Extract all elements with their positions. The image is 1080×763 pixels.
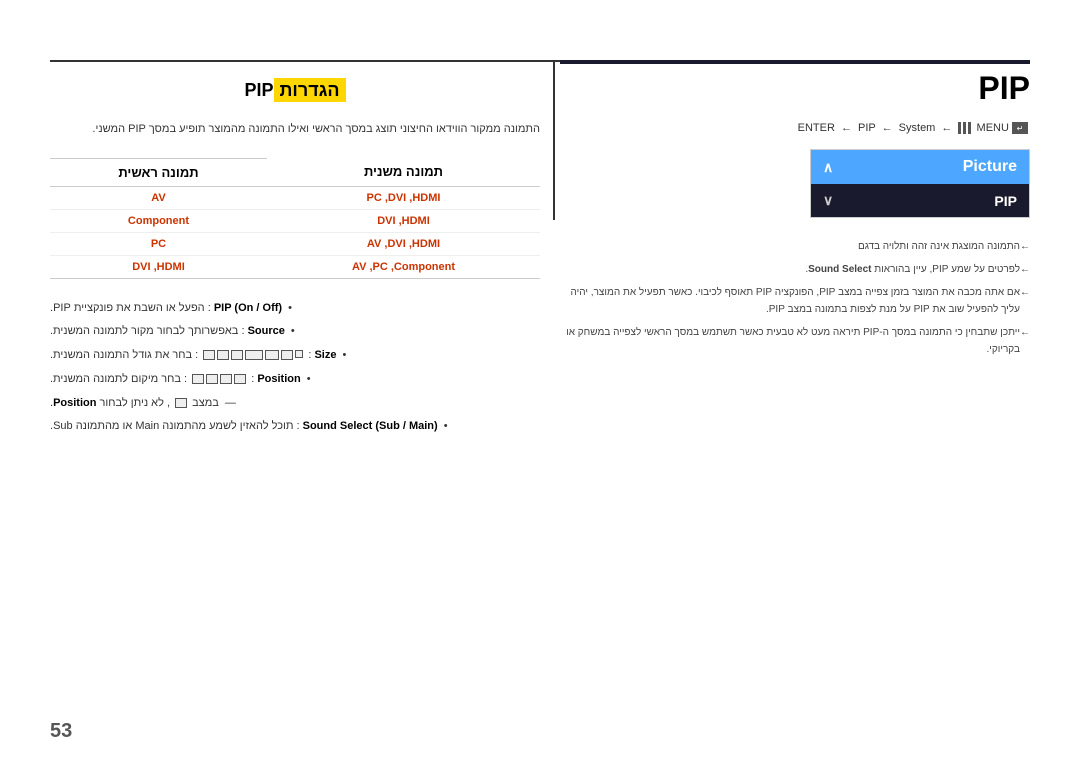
note-text-4: ייתכן שתבחין כי התמונה במסך ה-PIP תיראה … <box>566 327 1020 355</box>
table-row: Component DVI ,HDMI <box>50 209 540 232</box>
list-item: • Source : באפשרותך לבחור מקור לתמונה המ… <box>50 322 540 342</box>
size-icon-medium <box>281 350 293 360</box>
table-cell: AV <box>50 186 267 209</box>
list-item: — במצב , לא ניתן לבחור Position. <box>50 394 540 414</box>
vertical-divider-line <box>553 60 555 220</box>
bullet-text: Position : : בחר מיקום לתמונה המשנית. <box>50 370 301 390</box>
table-row: DVI ,HDMI AV ,PC ,Component <box>50 255 540 278</box>
top-right-accent-line <box>560 60 1030 64</box>
menu-icon <box>958 122 971 134</box>
pos-icon-3 <box>206 374 218 384</box>
bullet-point: • <box>291 322 295 342</box>
menu-bar-3 <box>958 122 961 134</box>
nav-arrow1: ← <box>841 122 852 134</box>
size-icon-small <box>295 350 303 358</box>
bullet-list: • PIP (On / Off) : הפעל או השבת את פונקצ… <box>50 299 540 438</box>
chevron-down-icon: ∨ <box>823 192 833 209</box>
size-icon-6 <box>217 350 229 360</box>
table-cell: PC <box>50 232 267 255</box>
sound-select-ref: Sound Select <box>808 264 871 275</box>
nav-arrow3: ← <box>941 122 952 134</box>
size-icon-5 <box>231 350 243 360</box>
menu-bar-2 <box>963 122 966 134</box>
bullet-text: Source : באפשרותך לבחור מקור לתמונה המשנ… <box>50 322 285 342</box>
mode-icon <box>175 398 187 408</box>
nav-enter: ENTER <box>798 122 835 134</box>
bullet-point: • <box>444 417 448 437</box>
table-col1-header: תמונה ראשית <box>50 158 267 186</box>
bullet-text: PIP (On / Off) : הפעל או השבת את פונקציי… <box>50 299 282 319</box>
list-item: • Position : : בחר מיקום לתמונה המשנית. <box>50 370 540 390</box>
pip-title-hebrew: הגדרות <box>274 78 346 102</box>
mode-icons <box>175 398 187 408</box>
list-item: • (Sub / Main) Sound Select : תוכל להאזי… <box>50 417 540 437</box>
size-icon-7 <box>203 350 215 360</box>
left-panel: PIPהגדרות התמונה ממקור הווידאו החיצוני ת… <box>50 70 540 713</box>
table-cell: DVI ,HDMI <box>267 209 540 232</box>
size-icons <box>203 350 303 360</box>
keyword-pip-onoff: PIP (On / Off) <box>214 302 282 314</box>
table-cell: AV ,DVI ,HDMI <box>267 232 540 255</box>
note-text-1: התמונה המוצגת אינה זהה ותלויה בדגם <box>858 241 1020 252</box>
pip-menu-item[interactable]: ∨ PIP <box>811 184 1029 217</box>
nav-system: System <box>899 122 936 134</box>
menu-bar-1 <box>968 122 971 134</box>
table-cell: DVI ,HDMI <box>50 255 267 278</box>
note-item: התמונה המוצגת אינה זהה ותלויה בדגם <box>560 238 1030 255</box>
right-panel-title: PIP <box>560 70 1030 107</box>
right-panel: PIP ↵ ENTER ← PIP ← System ← MENU ∧ Pict… <box>560 70 1030 713</box>
chevron-up-icon: ∧ <box>823 159 833 176</box>
nav-pip: PIP <box>858 122 876 134</box>
table-row: AV PC ,DVI ,HDMI <box>50 186 540 209</box>
keyword-source: Source <box>248 325 285 337</box>
table-cell: Component <box>50 209 267 232</box>
nav-arrow2: ← <box>882 122 893 134</box>
bullet-text: במצב , לא ניתן לבחור Position. <box>50 394 219 414</box>
nav-menu: MENU <box>977 122 1009 134</box>
pip-description: התמונה ממקור הווידאו החיצוני תוצג במסך ה… <box>50 121 540 138</box>
enter-icon: ↵ <box>1012 122 1028 134</box>
pip-title-pip: PIP <box>244 80 273 100</box>
table-cell: PC ,DVI ,HDMI <box>267 186 540 209</box>
keyword-position: Position <box>257 373 300 385</box>
pip-source-table: תמונה ראשית תמונה משנית AV PC ,DVI ,HDMI… <box>50 158 540 279</box>
table-cell: AV ,PC ,Component <box>267 255 540 278</box>
note-item: ייתכן שתבחין כי התמונה במסך ה-PIP תיראה … <box>560 324 1030 358</box>
right-notes: התמונה המוצגת אינה זהה ותלויה בדגם לפרטי… <box>560 238 1030 358</box>
list-item: • Size : : בחר את גודל התמונה המשנית. <box>50 346 540 366</box>
bullet-text: (Sub / Main) Sound Select : תוכל להאזין … <box>50 417 438 437</box>
picture-menu-header: ∧ Picture <box>811 150 1029 184</box>
table-col2-header: תמונה משנית <box>267 158 540 186</box>
pos-icon-4 <box>192 374 204 384</box>
position-icons <box>192 374 246 384</box>
size-icon-large <box>265 350 279 360</box>
bullet-point: — <box>225 394 236 414</box>
keyword-position2: Position <box>53 397 96 409</box>
bullet-point: • <box>307 370 311 390</box>
pip-menu-item-label: PIP <box>994 193 1017 209</box>
pip-settings-title: PIPהגדרות <box>50 80 540 101</box>
size-icon-xlarge <box>245 350 263 360</box>
note-text-3: אם אתה מכבה את המוצר בזמן צפייה במצב PIP… <box>571 287 1020 315</box>
bullet-text: Size : : בחר את גודל התמונה המשנית. <box>50 346 336 366</box>
note-item: לפרטים על שמע PIP, עיין בהוראות Sound Se… <box>560 261 1030 278</box>
note-item: אם אתה מכבה את המוצר בזמן צפייה במצב PIP… <box>560 284 1030 318</box>
nav-breadcrumb: ↵ ENTER ← PIP ← System ← MENU <box>560 122 1030 134</box>
table-row: PC AV ,DVI ,HDMI <box>50 232 540 255</box>
menu-header-label: Picture <box>963 158 1017 176</box>
bullet-point: • <box>342 346 346 366</box>
pos-icon-1 <box>234 374 246 384</box>
bullet-point: • <box>288 299 292 319</box>
list-item: • PIP (On / Off) : הפעל או השבת את פונקצ… <box>50 299 540 319</box>
pos-icon-2 <box>220 374 232 384</box>
picture-menu-box: ∧ Picture ∨ PIP <box>810 149 1030 218</box>
page-number: 53 <box>50 720 72 743</box>
keyword-sound-select: (Sub / Main) Sound Select <box>303 420 438 432</box>
keyword-size: Size <box>314 349 336 361</box>
